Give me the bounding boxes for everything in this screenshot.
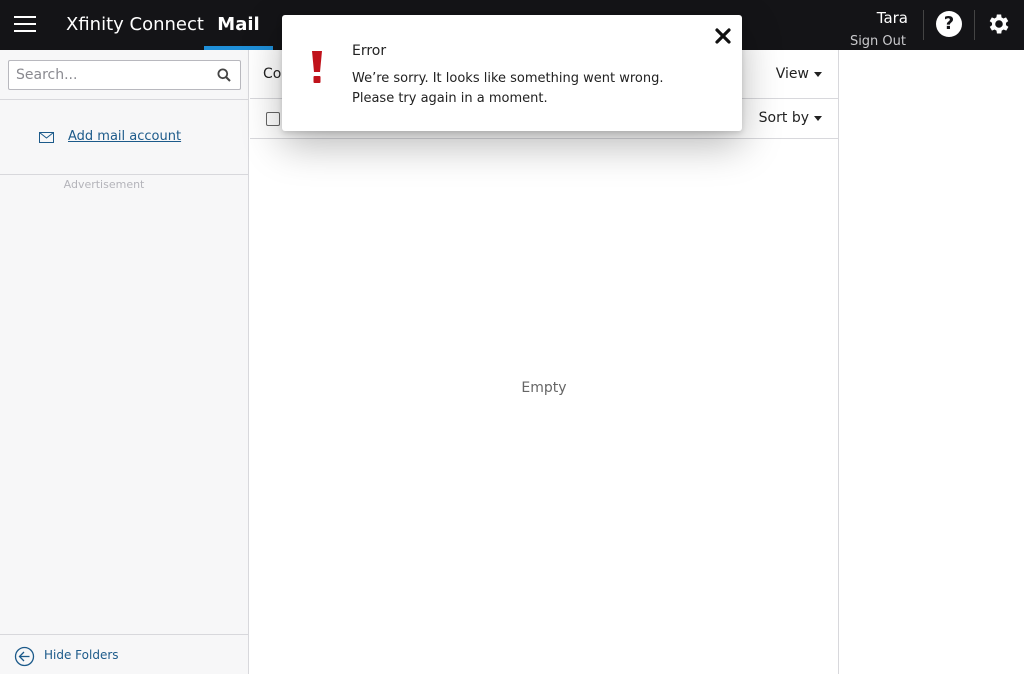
sort-by-label: Sort by (758, 110, 809, 126)
sidebar-divider (0, 99, 249, 100)
close-icon[interactable] (714, 27, 732, 45)
header-divider (923, 10, 924, 40)
chevron-down-icon (814, 115, 822, 121)
add-mail-account-link[interactable]: Add mail account (68, 129, 181, 144)
sidebar-divider (0, 634, 249, 635)
search-input[interactable] (9, 61, 209, 89)
arrow-left-circle-icon (14, 646, 35, 667)
tab-mail[interactable]: Mail (204, 0, 273, 50)
view-label: View (775, 66, 809, 82)
gear-icon[interactable] (986, 11, 1012, 37)
hide-folders-label: Hide Folders (44, 648, 119, 662)
user-name: Tara (876, 9, 908, 27)
app-brand-title: Xfinity Connect (66, 14, 204, 35)
header-divider (974, 10, 975, 40)
exclamation-icon (312, 51, 322, 83)
error-title: Error (352, 43, 387, 59)
advertisement-label: Advertisement (63, 178, 145, 191)
compose-button[interactable]: Co (263, 66, 281, 82)
error-message-line: We’re sorry. It looks like something wen… (352, 71, 664, 86)
select-all-checkbox[interactable] (266, 112, 280, 126)
help-icon[interactable]: ? (936, 11, 962, 37)
sign-out-link[interactable]: Sign Out (850, 34, 906, 49)
folder-sidebar: Add mail account Advertisement Hide Fold… (0, 50, 249, 674)
sort-by-dropdown[interactable]: Sort by (759, 110, 822, 126)
error-dialog: Error We’re sorry. It looks like somethi… (282, 15, 742, 131)
sidebar-divider (0, 174, 249, 175)
search-box (8, 60, 241, 90)
hamburger-menu-icon[interactable] (14, 16, 36, 34)
message-list-pane: Co View Sort by Empty (250, 50, 839, 674)
search-icon[interactable] (217, 68, 231, 82)
error-message-line: Please try again in a moment. (352, 91, 548, 106)
mail-icon (39, 132, 54, 143)
view-dropdown[interactable]: View (776, 66, 822, 82)
empty-state-text: Empty (521, 380, 567, 396)
chevron-down-icon (814, 71, 822, 77)
error-message: We’re sorry. It looks like something wen… (352, 69, 712, 109)
